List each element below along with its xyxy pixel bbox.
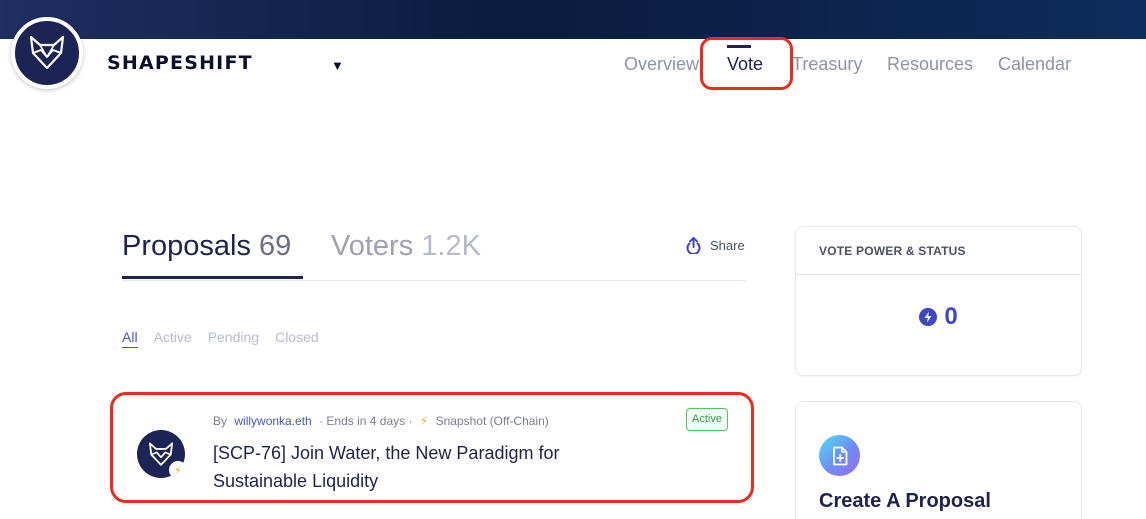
tab-voters-count: 1.2K bbox=[421, 230, 481, 262]
proposal-by: By bbox=[213, 414, 228, 428]
proposal-meta: By willywonka.eth · Ends in 4 days · ⚡ S… bbox=[213, 414, 549, 428]
nav-resources[interactable]: Resources bbox=[887, 54, 973, 75]
tab-proposals[interactable]: Proposals 69 bbox=[122, 230, 291, 263]
proposal-author-link[interactable]: willywonka.eth bbox=[234, 414, 311, 428]
tab-proposals-count: 69 bbox=[259, 230, 292, 262]
filter-pending[interactable]: Pending bbox=[208, 329, 259, 348]
nav-overview[interactable]: Overview bbox=[624, 54, 699, 75]
bolt-circle-icon bbox=[919, 308, 938, 326]
share-button[interactable]: Share bbox=[685, 236, 745, 254]
proposal-card[interactable]: ⚡ By willywonka.eth · Ends in 4 days · ⚡… bbox=[110, 392, 754, 503]
vote-power-value: 0 bbox=[944, 303, 958, 330]
nav-calendar[interactable]: Calendar bbox=[998, 54, 1071, 75]
tab-active-underline bbox=[122, 276, 303, 279]
vote-highlight-outline bbox=[700, 37, 793, 90]
shapeshift-logo[interactable] bbox=[11, 17, 83, 89]
snapshot-icon: ⚡ bbox=[419, 414, 429, 428]
create-proposal-card[interactable]: Create A Proposal bbox=[795, 401, 1082, 519]
status-badge: Active bbox=[686, 408, 728, 431]
share-label: Share bbox=[710, 237, 745, 253]
proposal-source: Snapshot (Off-Chain) bbox=[435, 414, 549, 428]
filter-all[interactable]: All bbox=[122, 329, 138, 348]
proposal-filters: All Active Pending Closed bbox=[122, 329, 319, 348]
create-proposal-title[interactable]: Create A Proposal bbox=[819, 490, 991, 513]
tab-voters-label: Voters bbox=[331, 230, 414, 262]
tab-proposals-label: Proposals bbox=[122, 230, 251, 262]
proposal-title[interactable]: [SCP-76] Join Water, the New Paradigm fo… bbox=[213, 439, 633, 495]
snapshot-badge-icon: ⚡ bbox=[169, 461, 187, 479]
tabs-divider bbox=[122, 280, 746, 281]
header-banner bbox=[0, 0, 1146, 39]
document-add-icon bbox=[819, 435, 860, 476]
tab-voters[interactable]: Voters 1.2K bbox=[331, 230, 481, 263]
proposal-avatar: ⚡ bbox=[137, 430, 187, 479]
vote-power-heading: VOTE POWER & STATUS bbox=[796, 227, 1081, 275]
vote-power-display: 0 bbox=[796, 303, 1081, 331]
top-nav: Overview Vote Treasury Resources Calenda… bbox=[0, 54, 1146, 78]
share-icon bbox=[686, 237, 701, 254]
nav-treasury[interactable]: Treasury bbox=[792, 54, 862, 75]
proposal-ends: · Ends in 4 days · bbox=[319, 414, 413, 428]
filter-closed[interactable]: Closed bbox=[275, 329, 319, 348]
vote-power-card: VOTE POWER & STATUS 0 bbox=[795, 226, 1082, 376]
filter-active[interactable]: Active bbox=[154, 329, 192, 348]
